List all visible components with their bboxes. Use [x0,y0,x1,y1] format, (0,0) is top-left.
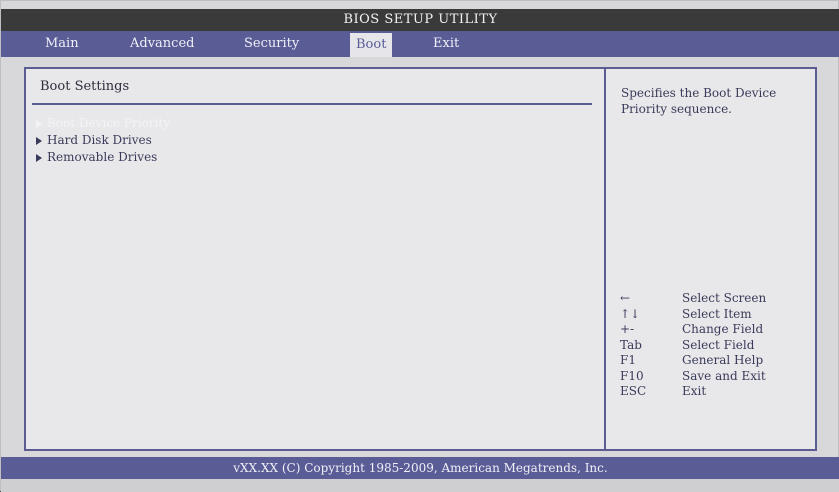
submenu-arrow-icon [36,119,42,128]
bottom-border [1,479,839,492]
key-description: Save and Exit [682,368,766,383]
key-legend: ← Select Screen ↑↓ Select Item +- Change… [620,291,766,400]
item-label: Removable Drives [47,150,158,164]
key-label: ESC [620,384,647,398]
content-panel: Boot Settings Boot Device Priority Hard … [24,67,817,451]
key-description: General Help [682,353,764,367]
key-legend-row: +- Change Field [620,322,766,338]
app-title: BIOS SETUP UTILITY [1,9,839,31]
key-label: Tab [620,337,642,352]
key-legend-row: ← Select Screen [620,291,766,307]
key-description: Select Screen [682,291,767,305]
item-label: Hard Disk Drives [47,133,152,147]
key-legend-row: F10 Save and Exit [620,369,766,385]
key-legend-row: F1 General Help [620,353,766,369]
settings-pane: Boot Settings Boot Device Priority Hard … [26,69,604,449]
key-label: F1 [620,353,636,367]
help-text: Specifies the Boot Device Priority seque… [621,86,777,116]
key-label: +- [620,322,635,336]
section-divider [32,103,592,105]
section-title: Boot Settings [40,79,130,94]
removable-drives-item[interactable]: Removable Drives [36,149,170,166]
key-description: Change Field [682,322,764,336]
tab-advanced[interactable]: Advanced [124,31,200,57]
copyright-footer: vXX.XX (C) Copyright 1985-2009, American… [1,457,839,479]
key-description: Select Field [682,337,755,352]
key-label: ↑↓ [620,306,641,321]
submenu-arrow-icon [36,136,42,145]
key-description: Select Item [682,306,752,321]
bios-screen: BIOS SETUP UTILITY Main Advanced Securit… [0,0,839,492]
boot-settings-list: Boot Device Priority Hard Disk Drives Re… [36,115,170,166]
key-label: ← [620,291,631,305]
key-legend-row: ↑↓ Select Item [620,307,766,323]
key-legend-row: ESC Exit [620,384,766,400]
hard-disk-drives-item[interactable]: Hard Disk Drives [36,132,170,149]
item-label: Boot Device Priority [47,116,170,130]
tab-boot[interactable]: Boot [350,33,393,57]
boot-device-priority-item[interactable]: Boot Device Priority [36,115,170,132]
key-description: Exit [682,384,707,398]
tab-security[interactable]: Security [238,31,305,57]
tab-exit[interactable]: Exit [427,31,465,57]
help-pane: Specifies the Boot Device Priority seque… [606,69,815,449]
submenu-arrow-icon [36,153,42,162]
tab-main[interactable]: Main [39,31,85,57]
key-label: F10 [620,368,644,383]
key-legend-row: Tab Select Field [620,338,766,354]
menu-bar: Main Advanced Security Boot Exit [1,31,839,57]
